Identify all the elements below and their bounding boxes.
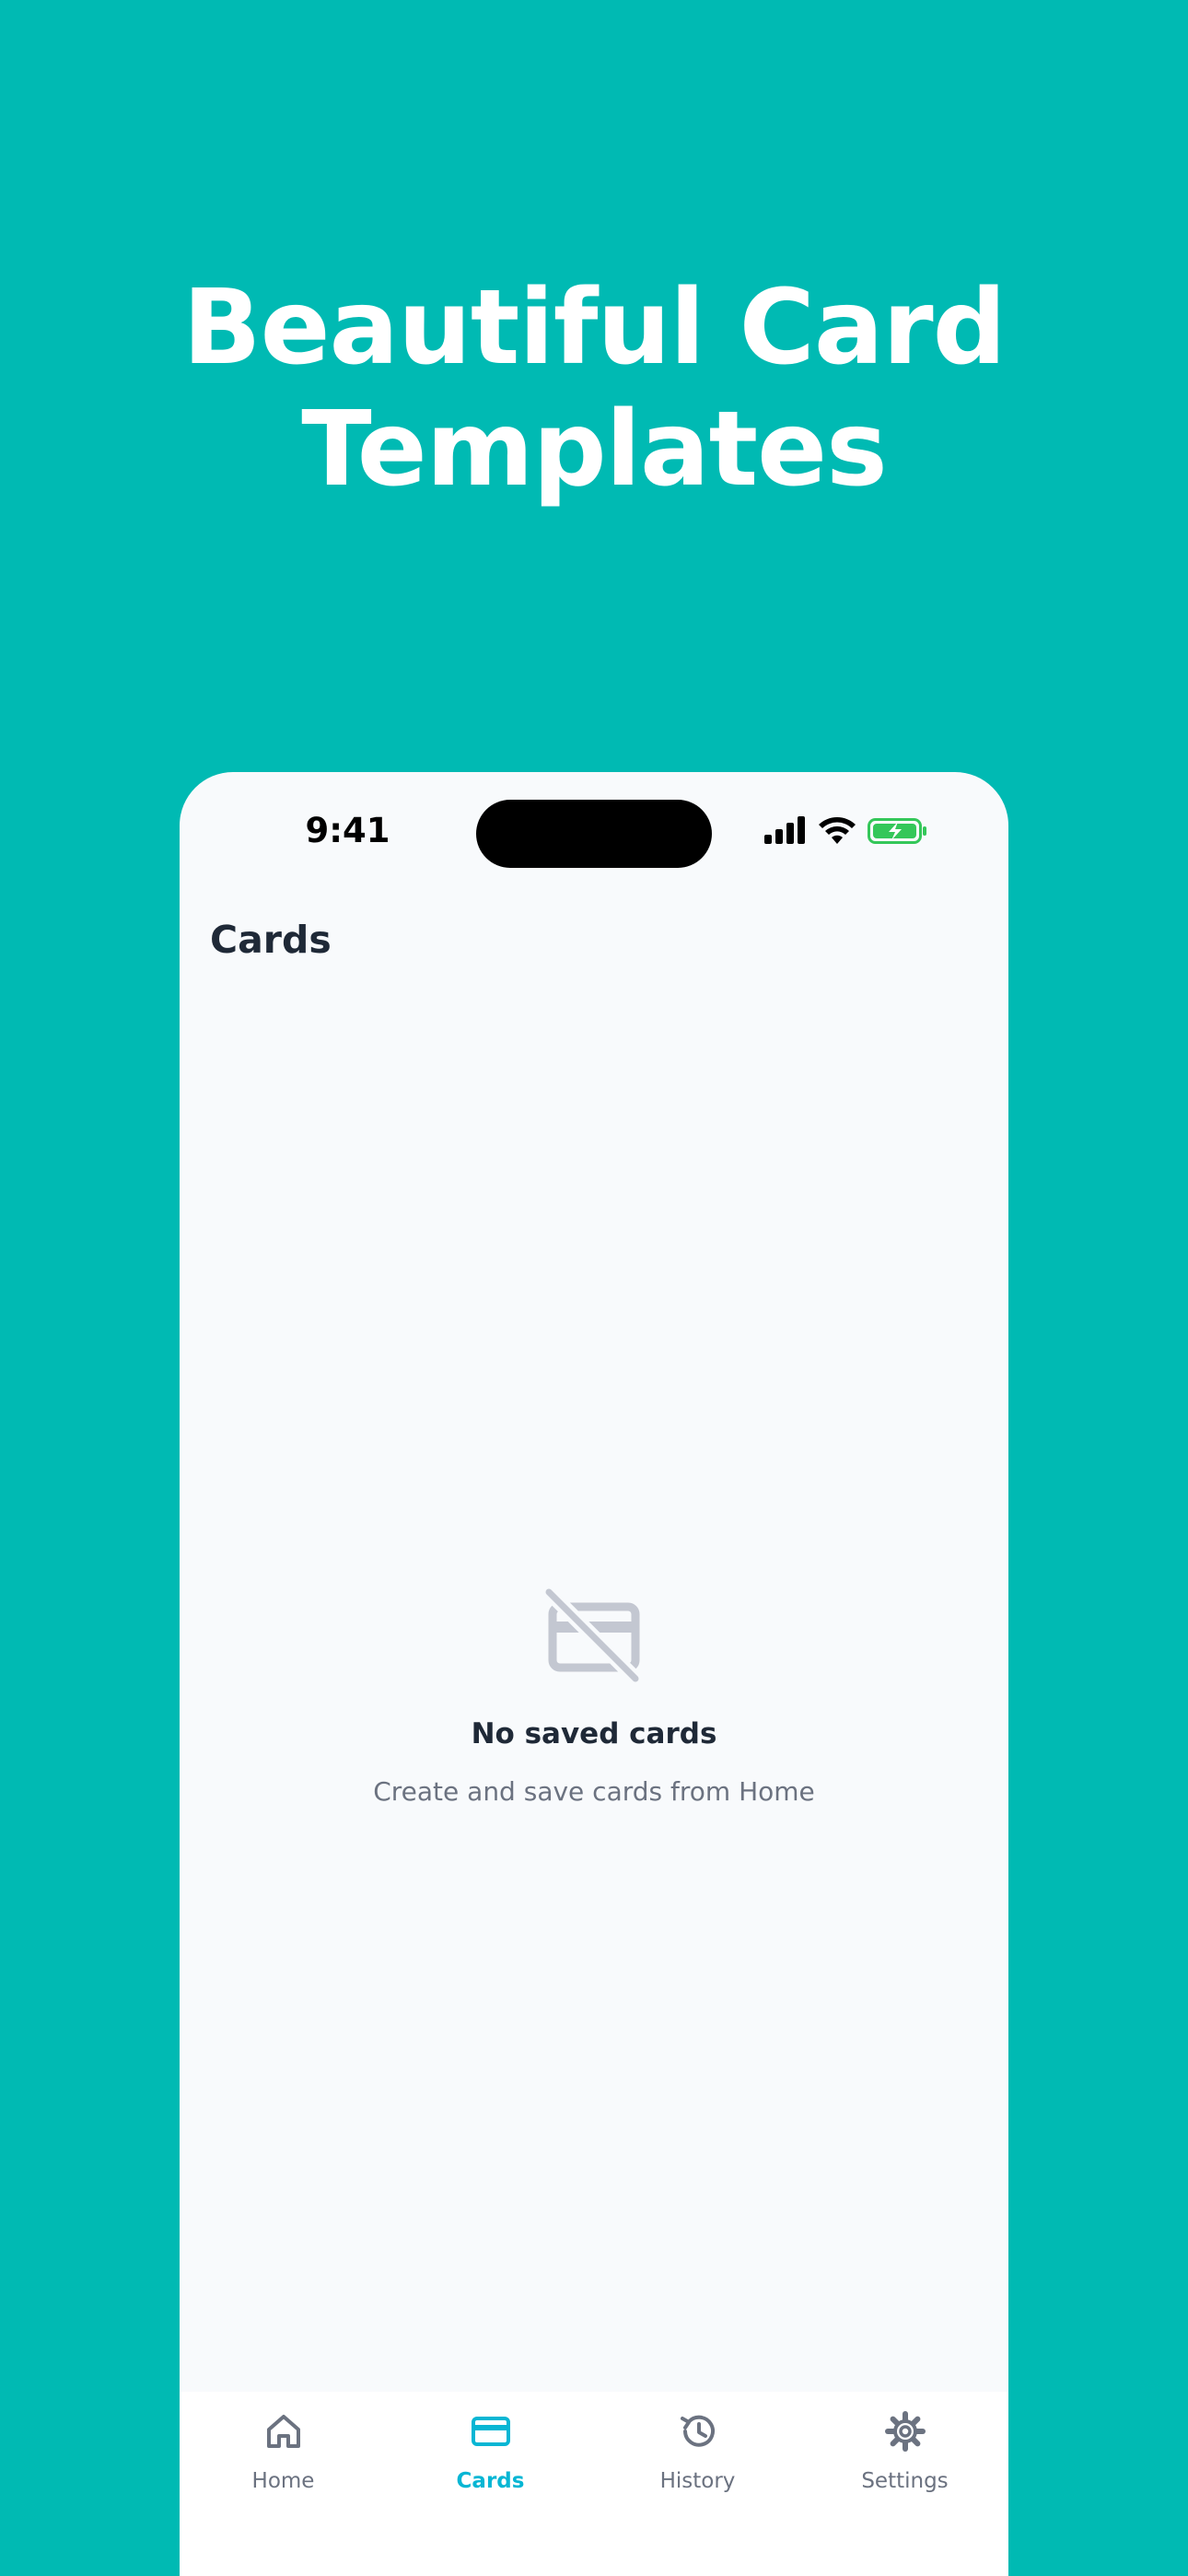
tab-settings-label: Settings xyxy=(861,2469,949,2493)
card-off-icon xyxy=(542,1585,645,1688)
cellular-signal-icon xyxy=(764,816,807,850)
tab-cards-label: Cards xyxy=(456,2469,525,2493)
promo-headline-line1: Beautiful Card xyxy=(182,268,1007,388)
home-icon xyxy=(262,2410,305,2453)
dynamic-island xyxy=(476,800,712,868)
phone-screen: 9:41 Cards No saved cards Create and sav… xyxy=(180,772,1008,2576)
promo-headline: Beautiful Card Templates xyxy=(0,267,1188,510)
empty-state-title: No saved cards xyxy=(471,1717,717,1751)
page-title: Cards xyxy=(210,918,332,962)
tab-bar: Home Cards History Settings xyxy=(180,2392,1008,2576)
gear-icon xyxy=(884,2410,926,2453)
tab-cards[interactable]: Cards xyxy=(387,2392,594,2576)
battery-charging-icon xyxy=(868,816,928,850)
promo-headline-line2: Templates xyxy=(301,390,888,509)
tab-home-label: Home xyxy=(251,2469,315,2493)
tab-settings[interactable]: Settings xyxy=(801,2392,1008,2576)
status-time: 9:41 xyxy=(305,811,390,850)
tab-history-label: History xyxy=(659,2469,736,2493)
tab-history[interactable]: History xyxy=(594,2392,801,2576)
history-icon xyxy=(677,2410,719,2453)
tab-home[interactable]: Home xyxy=(180,2392,387,2576)
wifi-icon xyxy=(818,816,856,850)
empty-state-subtitle: Create and save cards from Home xyxy=(373,1776,815,1807)
credit-card-icon xyxy=(470,2410,512,2453)
status-icons xyxy=(764,816,930,849)
